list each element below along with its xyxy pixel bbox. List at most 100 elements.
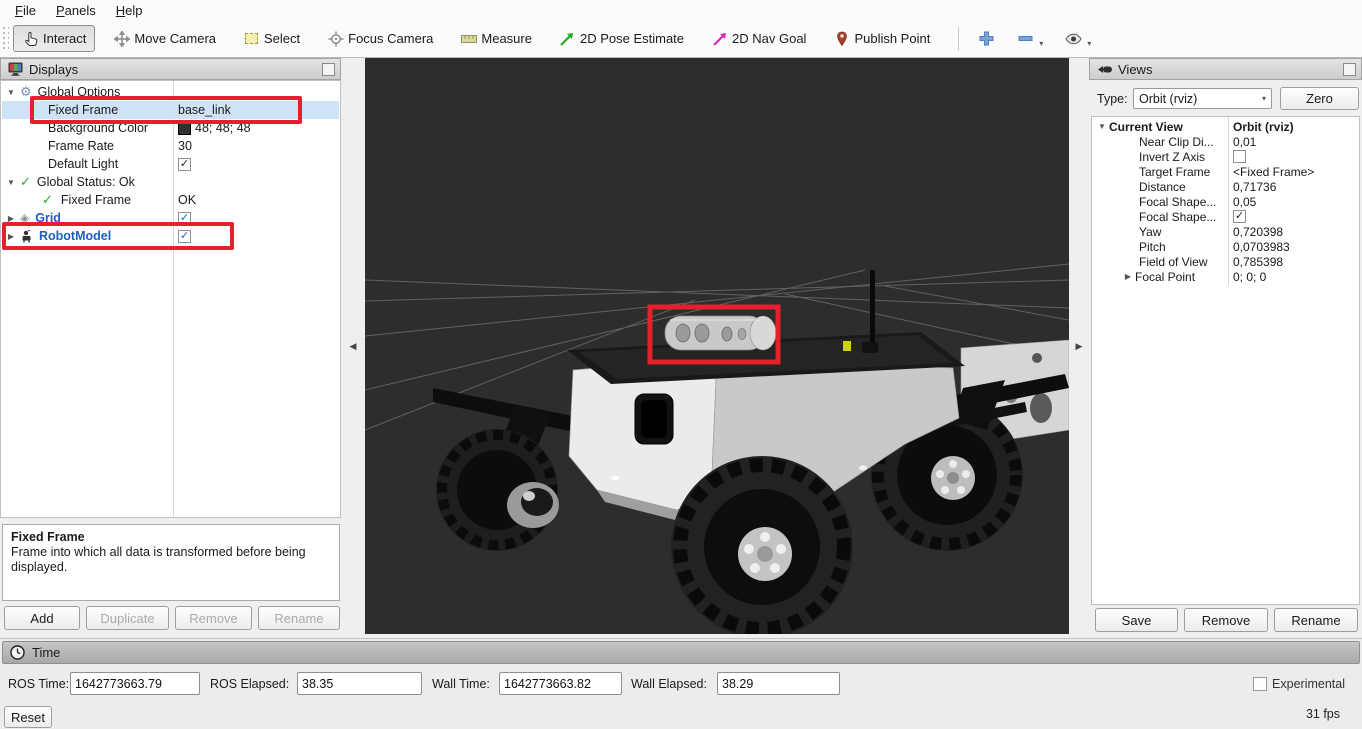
robot-3d-scene bbox=[365, 58, 1069, 634]
ros-elapsed-input[interactable] bbox=[297, 672, 422, 695]
focus-camera-tool-button[interactable]: Focus Camera bbox=[318, 25, 442, 52]
dropdown-arrow-icon: ▾ bbox=[1039, 41, 1043, 47]
views-panel-header[interactable]: Views bbox=[1089, 58, 1362, 80]
row-value[interactable]: 30 bbox=[178, 139, 192, 153]
duplicate-display-button[interactable]: Duplicate bbox=[86, 606, 169, 630]
tree-row-focal-shape-fixed[interactable]: Focal Shape... ✓ bbox=[1093, 209, 1358, 224]
ruler-icon bbox=[460, 30, 477, 47]
float-panel-button[interactable] bbox=[322, 63, 335, 76]
row-value[interactable]: 0,05 bbox=[1233, 195, 1256, 209]
interact-tool-button[interactable]: Interact bbox=[13, 25, 95, 52]
move-camera-tool-button[interactable]: Move Camera bbox=[104, 25, 225, 52]
measure-tool-button[interactable]: Measure bbox=[451, 25, 541, 52]
row-label: Focal Shape... bbox=[1139, 210, 1216, 224]
tool-label: Measure bbox=[481, 31, 532, 46]
checkbox-checked[interactable]: ✓ bbox=[178, 158, 191, 171]
view-type-combobox[interactable]: Orbit (rviz) ▾ bbox=[1133, 88, 1272, 109]
tree-row-focal-shape-size[interactable]: Focal Shape... 0,05 bbox=[1093, 194, 1358, 209]
time-panel-header[interactable]: Time bbox=[2, 641, 1360, 664]
displays-panel-header[interactable]: Displays bbox=[0, 58, 341, 80]
expander-icon[interactable]: ▶ bbox=[6, 232, 16, 241]
left-splitter-handle[interactable]: ◀ bbox=[343, 58, 363, 634]
tree-row-yaw[interactable]: Yaw 0,720398 bbox=[1093, 224, 1358, 239]
checkbox-checked[interactable]: ✓ bbox=[178, 212, 191, 225]
tree-row-global-status[interactable]: ▼ ✓ Global Status: Ok bbox=[2, 173, 339, 191]
rename-display-button[interactable]: Rename bbox=[258, 606, 340, 630]
render-viewport[interactable] bbox=[365, 58, 1069, 634]
expander-icon[interactable]: ▼ bbox=[6, 178, 16, 187]
row-value[interactable]: base_link bbox=[178, 103, 231, 117]
expander-icon[interactable]: ▶ bbox=[1123, 272, 1133, 281]
tree-row-pitch[interactable]: Pitch 0,0703983 bbox=[1093, 239, 1358, 254]
menu-panels[interactable]: Panels bbox=[47, 2, 105, 19]
tool-visibility-button[interactable]: ▾ bbox=[1056, 25, 1100, 52]
tree-row-grid[interactable]: ▶ ◈ Grid ✓ bbox=[2, 209, 339, 227]
row-value[interactable]: 0,71736 bbox=[1233, 180, 1276, 194]
pose-estimate-tool-button[interactable]: 2D Pose Estimate bbox=[550, 25, 693, 52]
tree-row-field-of-view[interactable]: Field of View 0,785398 bbox=[1093, 254, 1358, 269]
tree-row-fixed-frame-status[interactable]: ✓ Fixed Frame OK bbox=[2, 191, 339, 209]
color-value: 48; 48; 48 bbox=[195, 121, 251, 135]
checkbox-checked[interactable]: ✓ bbox=[1233, 210, 1246, 223]
zero-view-button[interactable]: Zero bbox=[1280, 87, 1359, 110]
add-display-button[interactable]: Add bbox=[4, 606, 80, 630]
toolbar-drag-handle[interactable] bbox=[2, 26, 9, 52]
tool-label: 2D Nav Goal bbox=[732, 31, 806, 46]
row-value[interactable]: 0; 0; 0 bbox=[1233, 270, 1266, 284]
expander-icon[interactable]: ▼ bbox=[6, 88, 16, 97]
expander-icon[interactable]: ▼ bbox=[1097, 122, 1107, 131]
experimental-toggle[interactable]: Experimental bbox=[1253, 677, 1345, 691]
tree-row-fixed-frame[interactable]: Fixed Frame base_link bbox=[2, 101, 339, 119]
collapse-left-arrow-icon[interactable]: ◀ bbox=[350, 341, 357, 352]
rename-view-button[interactable]: Rename bbox=[1274, 608, 1358, 632]
wall-elapsed-input[interactable] bbox=[717, 672, 840, 695]
checkbox-unchecked[interactable] bbox=[1233, 150, 1246, 163]
row-value[interactable]: 0,720398 bbox=[1233, 225, 1283, 239]
tree-row-near-clip[interactable]: Near Clip Di... 0,01 bbox=[1093, 134, 1358, 149]
checkbox-checked[interactable]: ✓ bbox=[178, 230, 191, 243]
select-tool-button[interactable]: Select bbox=[234, 25, 309, 52]
add-tool-button[interactable] bbox=[969, 25, 1004, 52]
experimental-checkbox[interactable] bbox=[1253, 677, 1267, 691]
save-view-button[interactable]: Save bbox=[1095, 608, 1178, 632]
row-value[interactable]: 48; 48; 48 bbox=[178, 121, 251, 135]
remove-view-button[interactable]: Remove bbox=[1184, 608, 1268, 632]
tool-label: 2D Pose Estimate bbox=[580, 31, 684, 46]
remove-display-button[interactable]: Remove bbox=[175, 606, 252, 630]
row-label: Global Status: Ok bbox=[37, 175, 135, 189]
tree-row-distance[interactable]: Distance 0,71736 bbox=[1093, 179, 1358, 194]
remove-tool-button[interactable]: ▾ bbox=[1008, 25, 1052, 52]
displays-tree: ▼ ⚙ Global Options Fixed Frame base_link… bbox=[0, 80, 341, 518]
right-splitter-handle[interactable]: ▶ bbox=[1069, 58, 1089, 634]
tree-row-robot-model[interactable]: ▶ RobotModel ✓ bbox=[2, 227, 339, 245]
tree-row-background-color[interactable]: Background Color 48; 48; 48 bbox=[2, 119, 339, 137]
focus-crosshair-icon bbox=[327, 30, 344, 47]
row-value[interactable]: 0,0703983 bbox=[1233, 240, 1290, 254]
tree-row-frame-rate[interactable]: Frame Rate 30 bbox=[2, 137, 339, 155]
fps-counter: 31 fps bbox=[1306, 707, 1340, 721]
menu-help[interactable]: Help bbox=[107, 2, 152, 19]
ros-time-input[interactable] bbox=[70, 672, 200, 695]
tree-row-target-frame[interactable]: Target Frame <Fixed Frame> bbox=[1093, 164, 1358, 179]
tree-row-invert-z[interactable]: Invert Z Axis bbox=[1093, 149, 1358, 164]
robot-icon bbox=[19, 229, 33, 243]
expander-icon[interactable]: ▶ bbox=[6, 214, 16, 223]
row-value[interactable]: 0,01 bbox=[1233, 135, 1256, 149]
tree-row-current-view[interactable]: ▼ Current View Orbit (rviz) bbox=[1093, 119, 1358, 134]
panel-title: Views bbox=[1118, 62, 1152, 77]
tree-row-focal-point[interactable]: ▶ Focal Point 0; 0; 0 bbox=[1093, 269, 1358, 284]
collapse-right-arrow-icon[interactable]: ▶ bbox=[1076, 341, 1083, 352]
nav-goal-tool-button[interactable]: 2D Nav Goal bbox=[702, 25, 815, 52]
float-panel-button[interactable] bbox=[1343, 63, 1356, 76]
publish-point-tool-button[interactable]: Publish Point bbox=[824, 25, 939, 52]
row-value[interactable]: 0,785398 bbox=[1233, 255, 1283, 269]
tool-label: Select bbox=[264, 31, 300, 46]
menu-file[interactable]: File bbox=[6, 2, 45, 19]
row-value bbox=[1233, 150, 1246, 163]
tree-row-global-options[interactable]: ▼ ⚙ Global Options bbox=[2, 83, 339, 101]
experimental-label: Experimental bbox=[1272, 677, 1345, 691]
wall-time-input[interactable] bbox=[499, 672, 622, 695]
tree-row-default-light[interactable]: Default Light ✓ bbox=[2, 155, 339, 173]
reset-time-button[interactable]: Reset bbox=[4, 706, 52, 728]
row-value[interactable]: <Fixed Frame> bbox=[1233, 165, 1314, 179]
